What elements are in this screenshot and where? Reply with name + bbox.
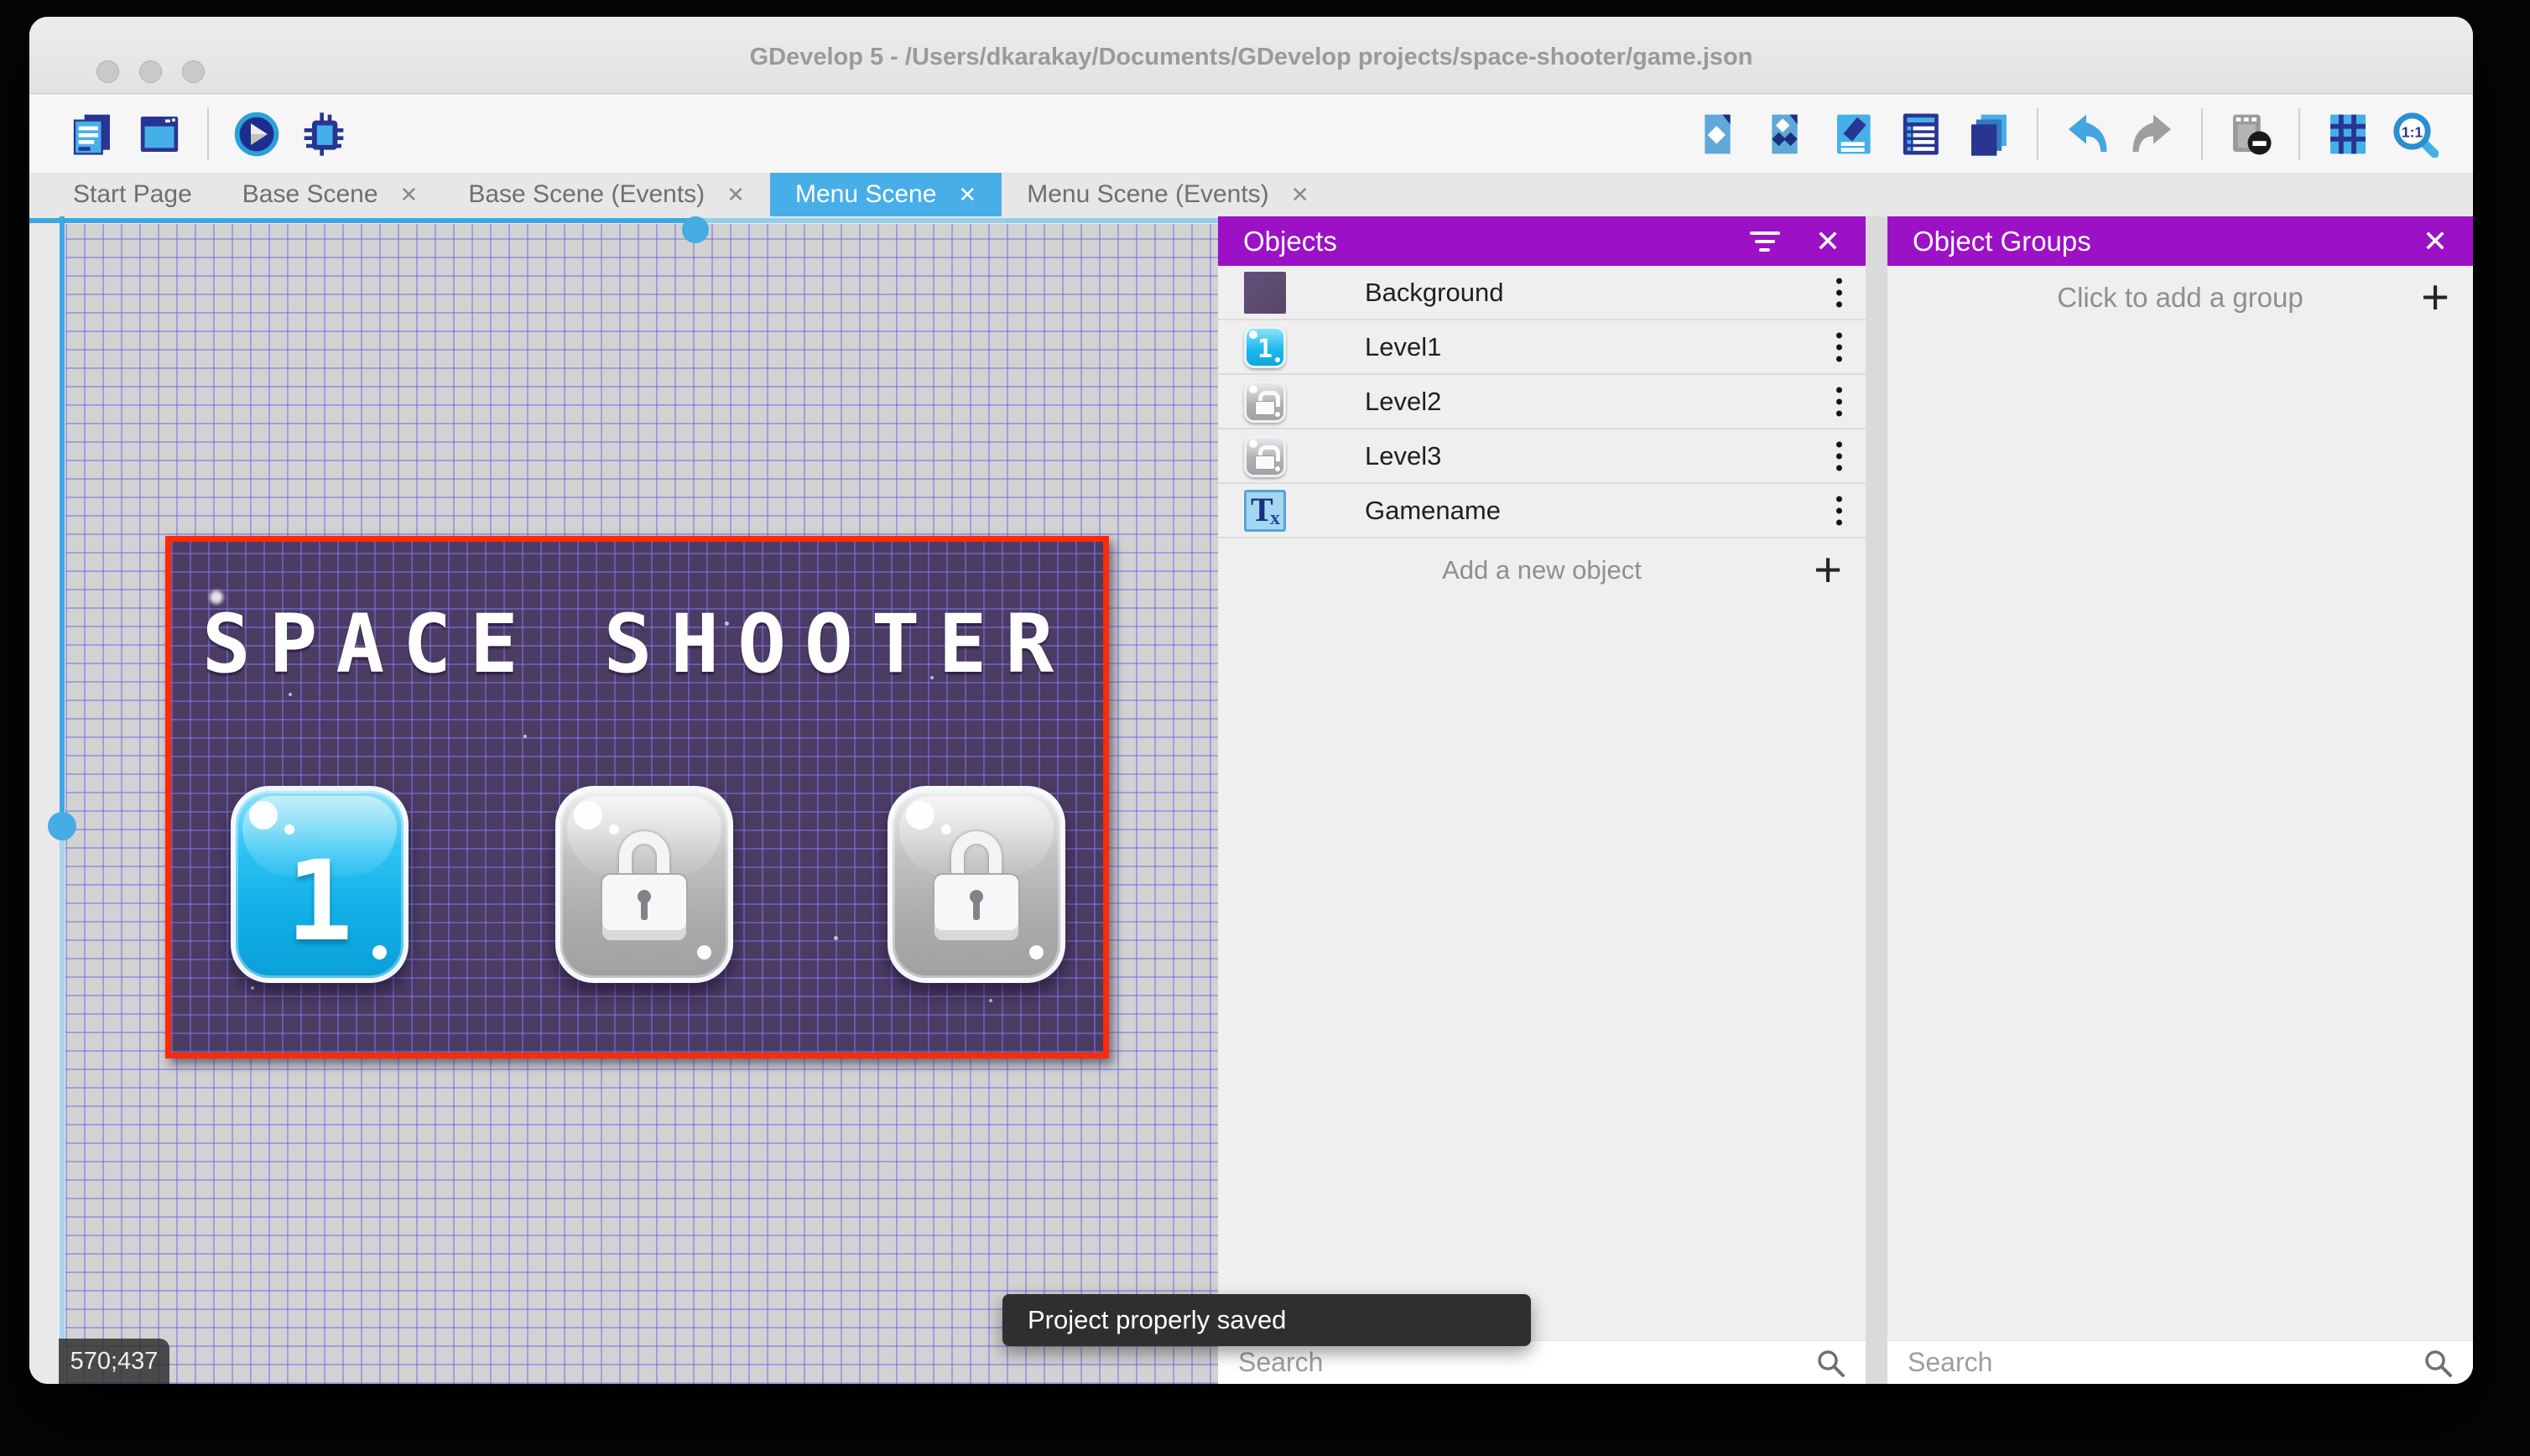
zoom-1-1-icon[interactable]: 1:1 [2391,110,2439,159]
close-panel-icon[interactable]: ✕ [2423,226,2448,257]
vertical-scrollbar[interactable] [60,216,65,827]
tab-base-scene[interactable]: Base Scene ✕ [217,173,444,216]
close-panel-icon[interactable]: ✕ [1815,226,1840,257]
tab-start-page[interactable]: Start Page [48,173,217,216]
gdevelop-window: GDevelop 5 - /Users/dkarakay/Documents/G… [29,17,2473,1384]
add-group-button[interactable]: Click to add a group + [1887,266,2473,330]
grid-toggle-icon[interactable] [2324,110,2372,159]
level1-button-object[interactable]: 1 [231,786,409,983]
scene-editor-canvas[interactable]: SPACE SHOOTER 1 570;437 [29,216,1218,1384]
objects-search [1218,1340,1866,1384]
undo-icon[interactable] [2062,110,2111,159]
objects-editor-icon[interactable] [1696,110,1745,159]
toast-message: Project properly saved [1028,1305,1287,1334]
scene-window-selected[interactable]: SPACE SHOOTER 1 [165,536,1109,1058]
level2-button-object[interactable] [555,786,733,983]
close-tab-icon[interactable]: ✕ [958,182,976,208]
game-title-text-object[interactable]: SPACE SHOOTER [171,597,1103,691]
object-menu-icon[interactable] [1836,278,1842,307]
panel-divider[interactable] [1866,216,1887,1384]
search-icon [2423,1348,2455,1380]
object-menu-icon[interactable] [1836,387,1842,416]
object-row-level3[interactable]: Level3 [1218,429,1866,484]
preview-window-icon[interactable] [135,110,184,159]
groups-search [1887,1340,2473,1384]
background-thumbnail-icon [1244,272,1286,314]
toolbar-separator [2201,107,2203,160]
object-menu-icon[interactable] [1836,332,1842,361]
locked-thumbnail-icon [1244,435,1286,477]
tab-base-scene-events[interactable]: Base Scene (Events) ✕ [443,173,770,216]
object-row-gamename[interactable]: Tx Gamename [1218,484,1866,538]
debug-icon[interactable] [299,110,348,159]
objects-panel-header: Objects ✕ [1218,216,1866,266]
layers-icon[interactable] [1965,110,2013,159]
object-groups-panel-header: Object Groups ✕ [1887,216,2473,266]
project-manager-icon[interactable] [68,110,117,159]
close-tab-icon[interactable]: ✕ [400,182,419,208]
text-object-thumbnail-icon: Tx [1244,490,1286,532]
tabbar: Start Page Base Scene ✕ Base Scene (Even… [29,173,2473,216]
vertical-scrollbar-handle[interactable] [48,812,76,840]
horizontal-scrollbar[interactable] [29,218,696,223]
horizontal-scrollbar-handle[interactable] [682,216,709,243]
play-preview-icon[interactable] [232,110,281,159]
objects-panel: Objects ✕ Background 1 Level1 Level2 Lev… [1218,216,1866,1384]
objects-panel-title: Objects [1243,225,1337,257]
object-row-level1[interactable]: 1 Level1 [1218,320,1866,375]
object-row-background[interactable]: Background [1218,266,1866,320]
lock-icon [933,831,1020,942]
object-groups-editor-icon[interactable] [1763,110,1812,159]
close-tab-icon[interactable]: ✕ [1291,182,1309,208]
svg-text:1:1: 1:1 [2402,123,2423,140]
close-tab-icon[interactable]: ✕ [726,182,745,208]
object-menu-icon[interactable] [1836,496,1842,525]
tab-menu-scene[interactable]: Menu Scene ✕ [769,173,1002,216]
lock-icon [601,831,688,942]
toolbar-separator [207,107,209,160]
search-icon [1815,1348,1847,1380]
toolbar: 1:1 [29,95,2473,173]
filter-icon[interactable] [1748,231,1782,252]
objects-search-input[interactable] [1238,1341,1757,1384]
desktop-background: GDevelop 5 - /Users/dkarakay/Documents/G… [0,0,2530,1456]
object-groups-panel: Object Groups ✕ Click to add a group + [1887,216,2473,1384]
cursor-coordinates-badge: 570;437 [59,1339,169,1384]
save-toast: Project properly saved [1002,1294,1531,1346]
object-menu-icon[interactable] [1836,441,1842,471]
level1-thumbnail-icon: 1 [1244,326,1286,368]
locked-thumbnail-icon [1244,381,1286,423]
instances-list-icon[interactable] [1898,110,1946,159]
level3-button-object[interactable] [888,786,1065,983]
object-row-level2[interactable]: Level2 [1218,375,1866,429]
properties-icon[interactable] [1830,110,1879,159]
render-mask-icon[interactable] [2226,110,2275,159]
object-groups-panel-title: Object Groups [1913,225,2091,257]
tab-menu-scene-events[interactable]: Menu Scene (Events) ✕ [1002,173,1334,216]
toolbar-separator [2037,107,2038,160]
add-new-object-button[interactable]: Add a new object + [1218,538,1866,602]
redo-icon[interactable] [2129,110,2178,159]
titlebar: GDevelop 5 - /Users/dkarakay/Documents/G… [29,17,2473,94]
toolbar-separator [2298,107,2300,160]
window-title: GDevelop 5 - /Users/dkarakay/Documents/G… [749,44,1753,70]
groups-search-input[interactable] [1908,1341,2376,1384]
